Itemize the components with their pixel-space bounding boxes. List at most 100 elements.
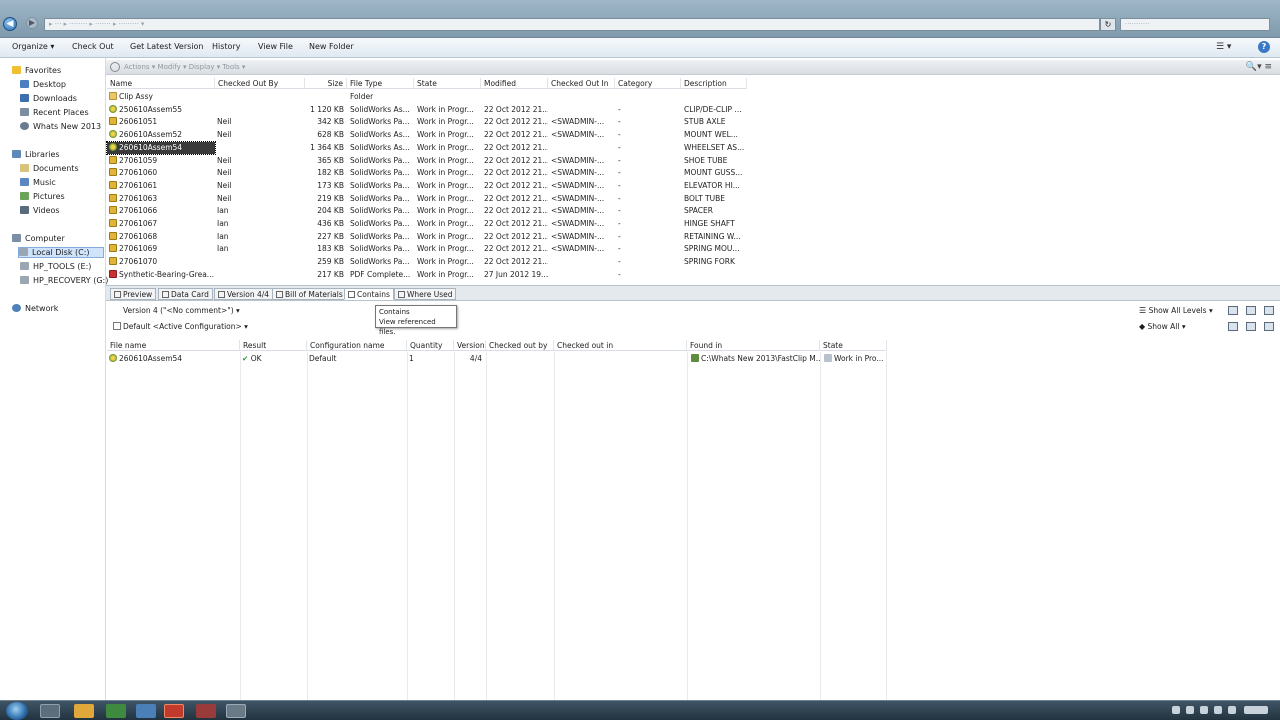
nav-desktop[interactable]: Desktop — [20, 80, 66, 89]
tab-bill-of-materials[interactable]: Bill of Materials — [272, 288, 347, 300]
solidworks-taskbar-icon[interactable] — [164, 704, 184, 718]
col-checked-out-in[interactable]: Checked out in — [554, 340, 687, 351]
start-button[interactable] — [6, 702, 28, 720]
view-options-icon[interactable]: ☰ ▾ — [1216, 42, 1231, 52]
col-file-type[interactable]: File Type — [347, 78, 414, 89]
modified-cell: 22 Oct 2012 21... — [484, 257, 548, 267]
nav-favorites[interactable]: Favorites — [12, 66, 61, 75]
address-input[interactable]: ▸ ··· ▸ ········ ▸ ······· ▸ ········· ▾ — [44, 18, 1100, 31]
media-taskbar-icon[interactable] — [106, 704, 126, 718]
view-file-button[interactable]: View File — [258, 42, 293, 51]
col-description[interactable]: Description — [681, 78, 747, 89]
file-row[interactable]: 27061070 259 KB SolidWorks Pa... Work in Pr… — [107, 256, 747, 269]
nav-libraries[interactable]: Libraries — [12, 150, 60, 159]
nav-pictures[interactable]: Pictures — [20, 192, 65, 201]
file-row[interactable]: 260610Assem54 1 364 KB SolidWorks As... Wor… — [106, 140, 747, 155]
nav-recent-places[interactable]: Recent Places — [20, 108, 89, 117]
nav-hp-tools[interactable]: HP_TOOLS (E:) — [20, 262, 91, 271]
col-found-in[interactable]: Found in — [687, 340, 820, 351]
col-file-name[interactable]: File name — [107, 340, 240, 351]
nav-computer[interactable]: Computer — [12, 234, 65, 243]
export-icon[interactable] — [1264, 322, 1274, 331]
nav-network[interactable]: Network — [12, 304, 58, 313]
nav-local-disk[interactable]: Local Disk (C:) — [18, 247, 104, 258]
tab-preview[interactable]: Preview — [110, 288, 157, 300]
vault-menu[interactable]: Actions ▾ Modify ▾ Display ▾ Tools ▾ — [124, 63, 245, 71]
version-select[interactable]: Version 4 ("<No comment>") ▾ — [123, 306, 240, 315]
nav-music[interactable]: Music — [20, 178, 56, 187]
file-row[interactable]: 27061059 Neil 365 KB SolidWorks Pa... Work i… — [107, 155, 747, 168]
tray-icon[interactable] — [1186, 706, 1194, 714]
new-folder-button[interactable]: New Folder — [309, 42, 354, 51]
tree-view-icon[interactable] — [1228, 306, 1238, 315]
file-row[interactable]: 27061068 Ian 227 KB SolidWorks Pa... Work in… — [107, 231, 747, 244]
browser-taskbar-icon[interactable] — [136, 704, 156, 718]
col-version[interactable]: Version — [454, 340, 486, 351]
search-tools-icon[interactable]: 🔍▾ ≡ — [1246, 62, 1272, 72]
app-taskbar-icon[interactable] — [226, 704, 246, 718]
description-cell: RETAINING W... — [684, 231, 741, 241]
col-size[interactable]: Size — [305, 78, 347, 89]
tab-data-card[interactable]: Data Card — [158, 288, 213, 300]
version-icon — [218, 291, 225, 298]
col-modified[interactable]: Modified — [481, 78, 548, 89]
col-state[interactable]: State — [414, 78, 481, 89]
pdm-taskbar-icon[interactable] — [196, 704, 216, 718]
collapse-icon[interactable] — [1264, 306, 1274, 315]
col-state[interactable]: State — [820, 340, 887, 351]
tab-contains[interactable]: Contains — [344, 288, 394, 300]
col-result[interactable]: Result — [240, 340, 307, 351]
nav-documents[interactable]: Documents — [20, 164, 79, 173]
col-checked-out-in[interactable]: Checked Out In — [548, 78, 615, 89]
configuration-select[interactable]: Default <Active Configuration> ▾ — [113, 322, 248, 331]
folder-taskbar-icon[interactable] — [74, 704, 94, 718]
file-row[interactable]: 27061069 Ian 183 KB SolidWorks Pa... Work in… — [107, 243, 747, 256]
refresh-button[interactable]: ↻ — [1100, 18, 1116, 31]
col-checked-out-by[interactable]: Checked Out By — [215, 78, 305, 89]
file-row[interactable]: 27061060 Neil 182 KB SolidWorks Pa... Work i… — [107, 167, 747, 180]
tab-version[interactable]: Version 4/4 — [214, 288, 274, 300]
nav-videos[interactable]: Videos — [20, 206, 60, 215]
organize-button[interactable]: Organize ▾ — [12, 42, 54, 51]
tray-icon[interactable] — [1200, 706, 1208, 714]
file-row[interactable]: 27061061 Neil 173 KB SolidWorks Pa... Work i… — [107, 180, 747, 193]
nav-hp-recovery[interactable]: HP_RECOVERY (G:) — [20, 276, 108, 285]
col-name[interactable]: Name — [107, 78, 215, 89]
explorer-taskbar-icon[interactable] — [40, 704, 60, 718]
file-row[interactable]: 260610Assem52 Neil 628 KB SolidWorks As... W… — [107, 129, 747, 142]
check-out-button[interactable]: Check Out — [72, 42, 114, 51]
history-button[interactable]: History — [212, 42, 240, 51]
col-checked-out-by[interactable]: Checked out by — [486, 340, 554, 351]
forward-button[interactable]: ▶ — [26, 17, 38, 29]
nav-whats-new[interactable]: Whats New 2013 — [20, 122, 101, 131]
description-cell: BOLT TUBE — [684, 193, 725, 203]
file-row[interactable]: Clip Assy Folder — [107, 91, 747, 104]
network-icon[interactable] — [1228, 706, 1236, 714]
get-latest-version-button[interactable]: Get Latest Version — [130, 42, 203, 51]
volume-icon[interactable] — [1214, 706, 1222, 714]
clock[interactable] — [1244, 706, 1268, 714]
help-icon[interactable]: ? — [1258, 41, 1270, 53]
nav-downloads[interactable]: Downloads — [20, 94, 77, 103]
tray-icon[interactable] — [1172, 706, 1180, 714]
file-row[interactable]: 27061063 Neil 219 KB SolidWorks Pa... Work i… — [107, 193, 747, 206]
expand-icon[interactable] — [1246, 306, 1256, 315]
col-configuration-name[interactable]: Configuration name — [307, 340, 407, 351]
file-row[interactable]: 27061066 Ian 204 KB SolidWorks Pa... Work in… — [107, 205, 747, 218]
column-divider — [554, 352, 555, 700]
col-category[interactable]: Category — [615, 78, 681, 89]
tab-where-used[interactable]: Where Used — [394, 288, 457, 300]
reference-row[interactable]: 260610Assem54 ✔ OK Default 1 4/4 C:\What… — [107, 353, 887, 366]
file-row[interactable]: 27061067 Ian 436 KB SolidWorks Pa... Work in… — [107, 218, 747, 231]
file-name-cell: 26061051 — [107, 116, 215, 128]
show-all-dropdown[interactable]: ◆ Show All ▾ — [1139, 322, 1186, 331]
back-button[interactable]: ◀ — [3, 17, 17, 31]
file-row[interactable]: 26061051 Neil 342 KB SolidWorks Pa... Work i… — [107, 116, 747, 129]
save-icon[interactable] — [1228, 322, 1238, 331]
file-row[interactable]: 250610Assem55 1 120 KB SolidWorks As... Wor… — [107, 104, 747, 117]
show-all-levels-dropdown[interactable]: ☰ Show All Levels ▾ — [1139, 306, 1213, 315]
refresh-icon[interactable] — [1246, 322, 1256, 331]
file-row[interactable]: Synthetic-Bearing-Grea... 217 KB PDF Compl… — [107, 269, 747, 282]
search-input[interactable]: ··········· — [1120, 18, 1270, 31]
col-quantity[interactable]: Quantity — [407, 340, 454, 351]
